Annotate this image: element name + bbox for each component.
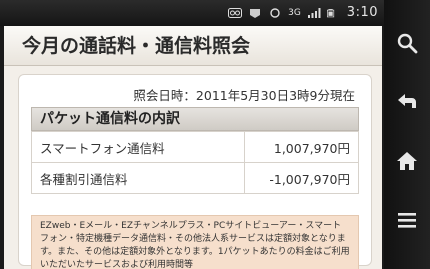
row-value: 1,007,970円 [244,131,359,163]
page-title: 今月の通話料・通信料照会 [4,26,382,66]
row-label: スマートフォン通信料 [31,131,245,163]
menu-icon [398,213,416,228]
menu-button[interactable] [392,205,422,235]
back-button[interactable] [392,87,422,117]
status-icons: 3G 3:10 [228,5,378,20]
search-button[interactable] [392,28,422,58]
status-bar: 3G 3:10 [0,0,384,26]
back-arrow-icon [398,94,416,108]
inquiry-datetime: 照会日時：2011年5月30日3時9分現在 [133,88,355,103]
usage-card: 照会日時：2011年5月30日3時9分現在 パケット通信料の内訳 スマートフォン… [18,74,372,269]
table-row: 各種割引通信料 -1,007,970円 [31,162,359,194]
row-value: -1,007,970円 [244,162,359,194]
notification-icon [250,8,261,18]
network-type-label: 3G [288,7,301,18]
voicemail-icon [228,7,243,18]
home-button[interactable] [392,146,422,176]
notice-box: EZweb・Eメール・EZチャンネルプラス・PCサイトビューアー・スマートフォン… [31,215,359,269]
home-icon [397,152,417,170]
table-row: スマートフォン通信料 1,007,970円 [31,131,359,163]
section-heading: パケット通信料の内訳 [31,107,359,131]
search-icon [397,33,418,54]
web-content: 今月の通話料・通信料照会 照会日時：2011年5月30日3時9分現在 パケット通… [4,26,382,269]
breakdown-table: スマートフォン通信料 1,007,970円 各種割引通信料 -1,007,970… [31,131,359,194]
clock: 3:10 [346,5,378,20]
signal-icon [307,7,321,18]
battery-icon [326,8,334,17]
sync-icon [270,7,280,18]
system-navigation [384,0,430,269]
row-label: 各種割引通信料 [31,162,245,194]
